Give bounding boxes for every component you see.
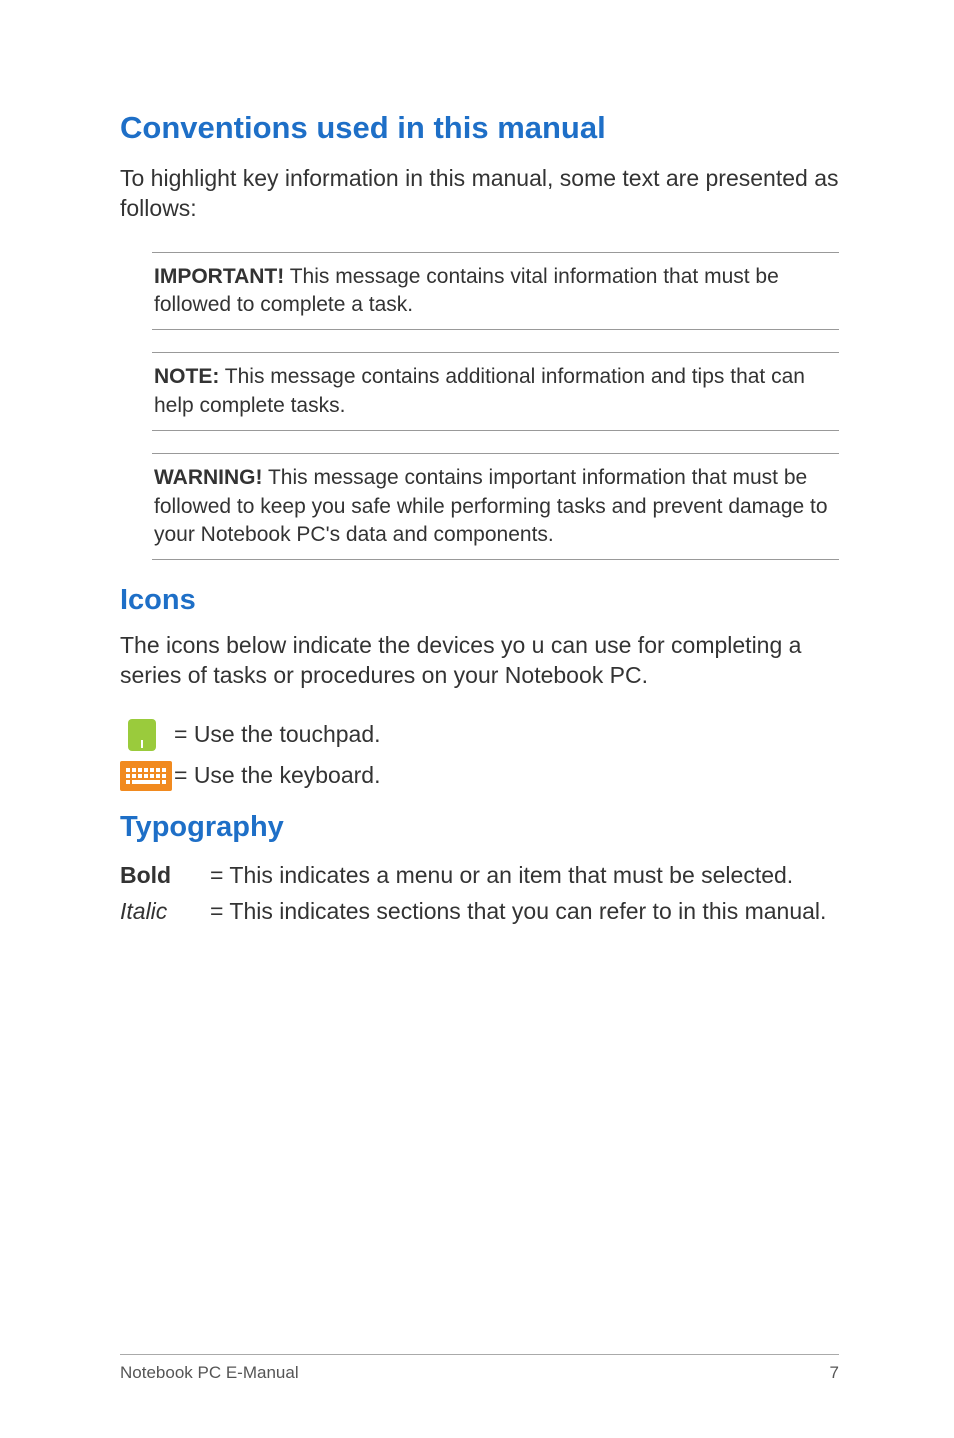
callout-note: NOTE: This message contains additional i… xyxy=(152,352,839,431)
touchpad-label: = Use the touchpad. xyxy=(174,721,381,748)
keyboard-icon xyxy=(120,761,172,791)
page-number: 7 xyxy=(830,1363,839,1383)
keyboard-label: = Use the keyboard. xyxy=(174,762,380,789)
intro-text: To highlight key information in this man… xyxy=(120,164,839,224)
touchpad-icon xyxy=(128,719,156,751)
footer-left: Notebook PC E-Manual xyxy=(120,1363,299,1383)
note-text: This message contains additional informa… xyxy=(154,365,805,416)
heading-conventions: Conventions used in this manual xyxy=(120,110,839,146)
callout-warning: WARNING! This message contains important… xyxy=(152,453,839,560)
keyboard-icon-box xyxy=(120,761,174,791)
typo-bold-label: Bold xyxy=(120,858,210,894)
callout-important: IMPORTANT! This message contains vital i… xyxy=(152,252,839,331)
icon-row-keyboard: = Use the keyboard. xyxy=(120,761,839,791)
important-label: IMPORTANT! xyxy=(154,265,284,288)
heading-typography: Typography xyxy=(120,811,839,844)
icons-list: = Use the touchpad. = Use the keyboard. xyxy=(120,719,839,791)
callouts-block: IMPORTANT! This message contains vital i… xyxy=(152,252,839,560)
typo-italic-text: = This indicates sections that you can r… xyxy=(210,894,826,930)
typo-row-italic: Italic = This indicates sections that yo… xyxy=(120,894,839,930)
icons-intro-text: The icons below indicate the devices yo … xyxy=(120,631,839,691)
heading-icons: Icons xyxy=(120,584,839,617)
typo-italic-label: Italic xyxy=(120,894,210,930)
page-footer: Notebook PC E-Manual 7 xyxy=(120,1354,839,1383)
warning-label: WARNING! xyxy=(154,466,263,489)
typo-bold-text: = This indicates a menu or an item that … xyxy=(210,858,793,894)
typography-list: Bold = This indicates a menu or an item … xyxy=(120,858,839,929)
note-label: NOTE: xyxy=(154,365,219,388)
touchpad-icon-box xyxy=(120,719,174,751)
typo-row-bold: Bold = This indicates a menu or an item … xyxy=(120,858,839,894)
icon-row-touchpad: = Use the touchpad. xyxy=(120,719,839,751)
page-content: Conventions used in this manual To highl… xyxy=(0,0,954,993)
